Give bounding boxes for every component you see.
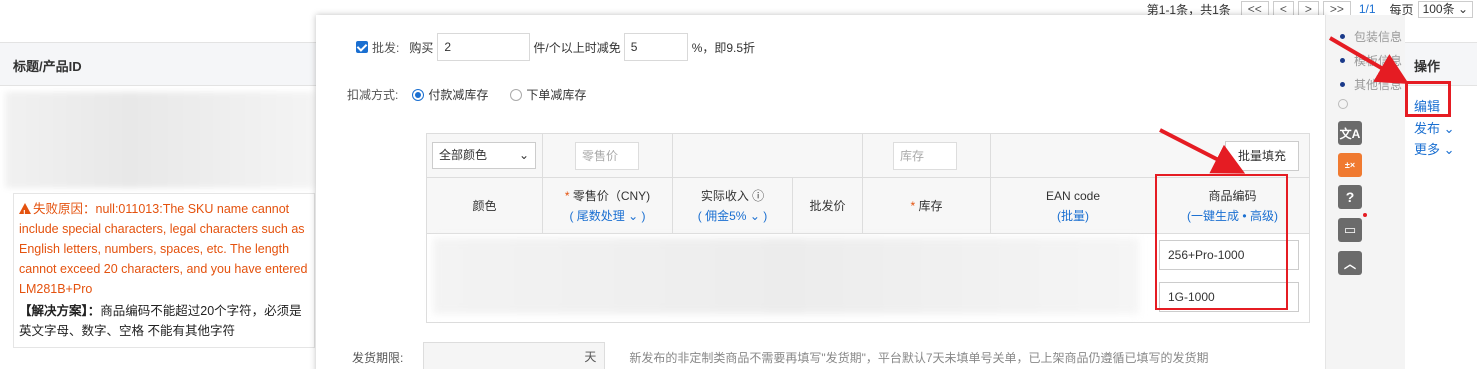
discount-input[interactable]: 5	[623, 33, 688, 61]
chevron-down-icon: ⌄	[628, 208, 639, 223]
wholesale-checkbox[interactable]	[356, 41, 368, 53]
ean-batch-link[interactable]: (批量)	[1057, 206, 1089, 226]
th-income: 实际收入 ⓘ ( 佣金5% ⌄ )	[673, 178, 793, 233]
opt-order-label: 下单减库存	[526, 88, 587, 102]
help-icon[interactable]: ⓘ	[752, 189, 764, 203]
blurred-product	[5, 92, 315, 188]
scroll-top-icon[interactable]: ︿	[1338, 251, 1362, 275]
stock-batch-input[interactable]: 库存	[893, 141, 957, 170]
chevron-down-icon: ⌄	[749, 208, 760, 223]
ship-label: 发货期限:	[352, 350, 404, 365]
retail-batch-input[interactable]: 零售价	[575, 141, 639, 170]
calculator-icon[interactable]: ±×	[1338, 153, 1362, 177]
publish-link[interactable]: 发布 ⌄	[1414, 118, 1455, 137]
th-ean: EAN code (批量)	[991, 178, 1156, 233]
wholesale-label: 批发:	[372, 40, 400, 55]
radio-order[interactable]	[510, 88, 523, 101]
ship-row: 发货期限: 天 新发布的非定制类商品不需要再填写"发货期"，平台默认7天未填单号…	[352, 342, 1209, 369]
rail-circle-icon	[1338, 99, 1348, 109]
error-text: 失败原因：null:011013:The SKU name cannot inc…	[19, 202, 308, 296]
opt-pay-label: 付款减库存	[428, 88, 489, 102]
th-color: 颜色	[427, 178, 543, 233]
chevron-down-icon: ⌄	[1443, 142, 1455, 157]
column-ops: 操作	[1414, 59, 1441, 74]
batch-row: 全部颜色 ⌄ 零售价 库存 批量填充	[427, 134, 1309, 178]
rail-item-other[interactable]: 其他信息	[1340, 76, 1402, 93]
ship-days-input[interactable]: 天	[423, 342, 606, 369]
solution-label: 【解决方案】：	[19, 304, 101, 318]
ship-note: 新发布的非定制类商品不需要再填写"发货期"，平台默认7天未填单号关单，已上架商品…	[629, 350, 1209, 365]
chevron-down-icon: ⌄	[1457, 1, 1468, 16]
chevron-down-icon: ⌄	[1443, 121, 1455, 136]
radio-pay[interactable]	[412, 88, 425, 101]
help-circle-icon[interactable]: ?	[1338, 185, 1362, 209]
archive-icon[interactable]: ▭	[1338, 218, 1362, 242]
deduct-row: 扣减方式: 付款减库存 下单减库存	[347, 86, 586, 103]
warning-icon	[19, 203, 31, 224]
per-page-select[interactable]: 100条 ⌄	[1417, 0, 1473, 18]
translate-icon[interactable]: 文A	[1338, 121, 1362, 145]
deduct-label: 扣减方式:	[347, 88, 399, 102]
rail-item-package[interactable]: 包装信息	[1340, 28, 1402, 45]
buy-qty-input[interactable]: 2	[437, 33, 531, 61]
th-retail: * 零售价（CNY) ( 尾数处理 ⌄ )	[543, 178, 673, 233]
unit-text: 件/个以上时减免	[533, 40, 621, 55]
wholesale-row: 批发: 购买 2 件/个以上时减免 5 %，即9.5折	[356, 33, 755, 61]
buy-label: 购买	[409, 40, 434, 55]
column-title: 标题/产品ID	[13, 59, 82, 74]
th-wholesale: 批发价	[793, 178, 863, 233]
notification-dot	[1363, 213, 1367, 217]
error-box: 失败原因：null:011013:The SKU name cannot inc…	[13, 193, 315, 348]
annotation-box-edit	[1405, 81, 1451, 117]
blurred-rows	[433, 238, 1139, 314]
annotation-box-code	[1155, 174, 1288, 310]
discount-suffix: %，即9.5折	[691, 40, 756, 55]
more-link[interactable]: 更多 ⌄	[1414, 139, 1455, 158]
th-stock: * 库存	[863, 178, 991, 233]
chevron-down-icon: ⌄	[518, 148, 529, 162]
current-page[interactable]: 1/1	[1355, 2, 1380, 16]
per-page-value: 100条	[1422, 1, 1455, 16]
color-select[interactable]: 全部颜色 ⌄	[432, 142, 536, 169]
batch-fill-button[interactable]: 批量填充	[1224, 140, 1299, 171]
rail-item-template[interactable]: 模板信息	[1340, 52, 1402, 69]
side-rail: 包装信息 模板信息 其他信息 文A ±× ? ▭ ︿	[1325, 15, 1405, 369]
edit-modal: 批发: 购买 2 件/个以上时减免 5 %，即9.5折 扣减方式: 付款减库存 …	[316, 15, 1325, 369]
